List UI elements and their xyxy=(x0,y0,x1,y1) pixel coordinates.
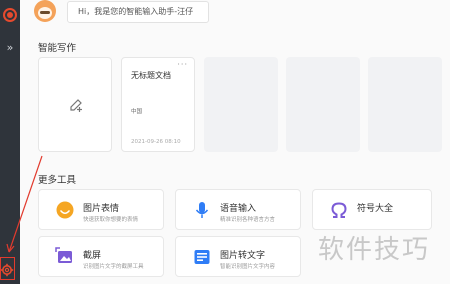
left-rail: » xyxy=(0,0,20,284)
assistant-greeting[interactable]: Hi，我是您的智能输入助手-汪仔 xyxy=(67,1,209,23)
screenshot-icon xyxy=(55,247,72,263)
tool-card-image-to-text[interactable]: 图片转文字 智能识别图片文字内容 xyxy=(175,236,301,277)
watermark: 软件技巧 xyxy=(318,235,431,265)
document-placeholder xyxy=(204,57,278,152)
document-placeholder xyxy=(286,57,360,152)
expand-icon[interactable]: » xyxy=(2,42,18,54)
gear-icon[interactable] xyxy=(0,262,14,277)
tool-description: 精准识别各种语言方言 xyxy=(220,217,276,223)
image-to-text-icon xyxy=(194,250,210,264)
tool-name: 图片转文字 xyxy=(220,251,266,261)
document-placeholder xyxy=(368,57,442,152)
section-title-writing: 智能写作 xyxy=(38,43,77,54)
tool-card-voice-input[interactable]: 语音输入 精准识别各种语言方言 xyxy=(175,189,301,230)
microphone-icon xyxy=(195,202,209,218)
emoji-icon xyxy=(56,201,74,219)
omega-symbol-icon xyxy=(331,202,347,218)
new-document-button[interactable] xyxy=(38,57,112,152)
more-options-icon[interactable]: ··· xyxy=(177,60,188,69)
tool-name: 截屏 xyxy=(83,251,102,261)
app-logo-icon[interactable] xyxy=(3,8,17,22)
tool-card-screenshot[interactable]: 截屏 识别图片文字的截屏工具 xyxy=(38,236,164,277)
tool-name: 语音输入 xyxy=(220,204,257,214)
new-document-icon xyxy=(70,99,82,112)
tool-description: 智能识别图片文字内容 xyxy=(220,264,276,270)
assistant-avatar[interactable] xyxy=(34,0,56,22)
document-date: 2021-09-26 08:10 xyxy=(131,139,181,145)
tool-description: 识别图片文字的截屏工具 xyxy=(83,264,144,270)
section-title-tools: 更多工具 xyxy=(38,175,77,186)
document-card[interactable]: ··· 无标题文档 中国 2021-09-26 08:10 xyxy=(121,57,195,152)
document-snippet: 中国 xyxy=(131,109,143,115)
tool-card-symbols[interactable]: 符号大全 xyxy=(312,189,432,230)
tool-card-image-emoji[interactable]: 图片表情 快速获取你想要的表情 xyxy=(38,189,164,230)
tool-name: 图片表情 xyxy=(83,204,120,214)
document-title: 无标题文档 xyxy=(131,71,171,80)
tool-description: 快速获取你想要的表情 xyxy=(83,217,139,223)
tool-name: 符号大全 xyxy=(357,204,394,214)
